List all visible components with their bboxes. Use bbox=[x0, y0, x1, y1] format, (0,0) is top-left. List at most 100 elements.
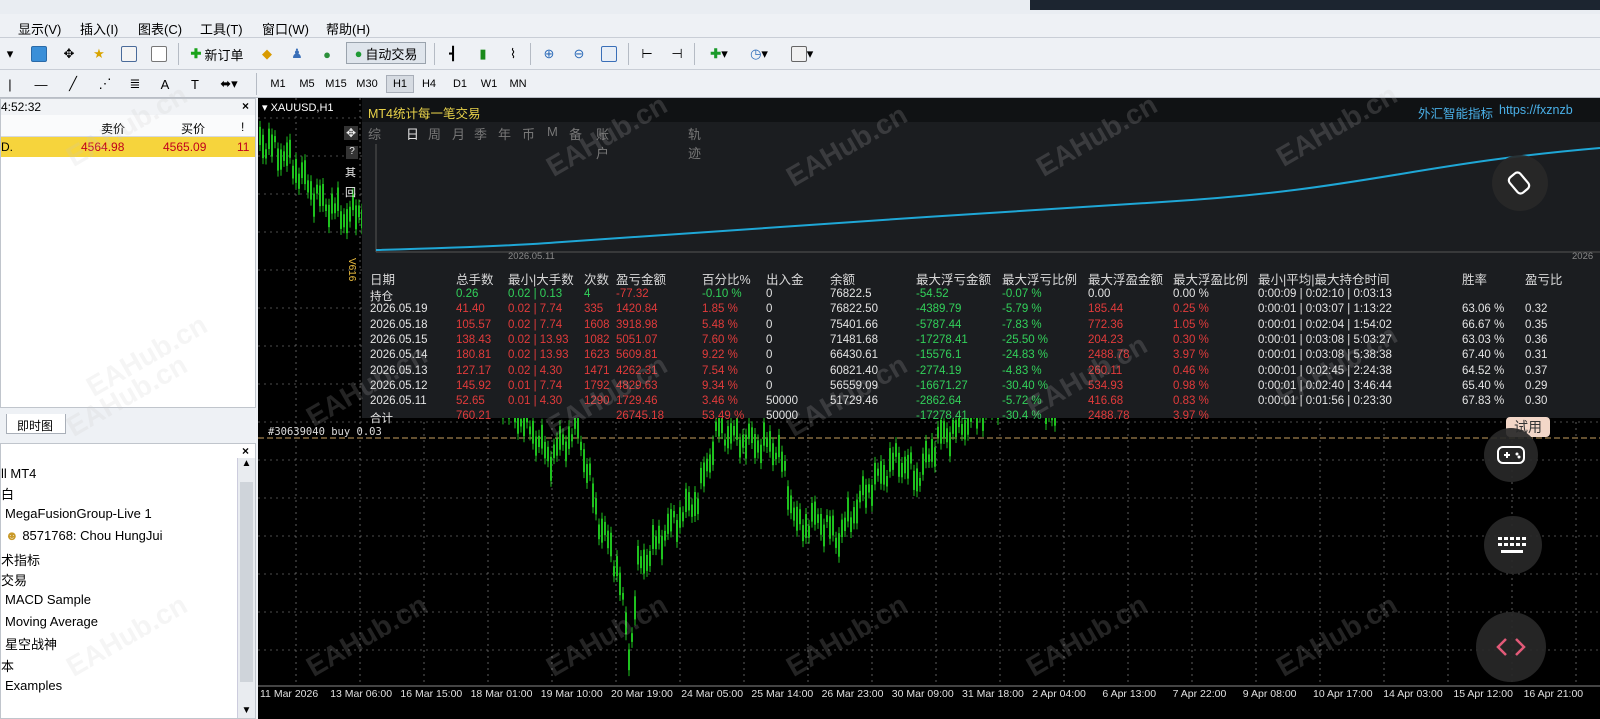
nav-ea-ma[interactable]: Moving Average bbox=[5, 614, 98, 629]
bar-chart-icon[interactable]: ┫ bbox=[442, 43, 464, 65]
menu-insert[interactable]: 插入(I) bbox=[80, 19, 118, 38]
crosshair-icon[interactable]: ✥ bbox=[58, 43, 80, 65]
favorites-icon[interactable]: ★ bbox=[88, 43, 110, 65]
templates-icon[interactable]: ▾ bbox=[784, 43, 820, 65]
stats-cell: 3.97 % bbox=[1173, 410, 1209, 423]
stats-tab-5[interactable]: 年 bbox=[498, 124, 511, 143]
zoom-in-icon[interactable]: ⊕ bbox=[538, 43, 560, 65]
zoom-out-icon[interactable]: ⊖ bbox=[568, 43, 590, 65]
text-label-icon[interactable]: T bbox=[184, 73, 206, 95]
autoscroll-icon[interactable]: ⊣ bbox=[666, 43, 688, 65]
trendline-icon[interactable]: ╱ bbox=[62, 73, 84, 95]
settings-icon[interactable]: 其 bbox=[345, 164, 356, 180]
gamepad-button[interactable] bbox=[1484, 428, 1538, 482]
move-icon[interactable]: ✥ bbox=[344, 126, 358, 140]
column-spread[interactable]: ! bbox=[241, 120, 244, 134]
navigator-icon[interactable] bbox=[118, 43, 140, 65]
stats-cell: 66430.61 bbox=[830, 349, 878, 362]
navigator-close-icon[interactable]: × bbox=[242, 444, 249, 458]
stats-tab-6[interactable]: 币 bbox=[522, 124, 535, 143]
rotate-button[interactable] bbox=[1492, 155, 1548, 211]
line-chart-icon[interactable]: ⌇ bbox=[502, 43, 524, 65]
candle-body bbox=[622, 592, 624, 600]
menu-tools[interactable]: 工具(T) bbox=[200, 19, 243, 38]
horizontal-line-icon[interactable]: — bbox=[30, 73, 52, 95]
stats-tab-3[interactable]: 月 bbox=[452, 124, 465, 143]
stats-url[interactable]: https://fxznzb bbox=[1499, 103, 1573, 117]
time-axis-label: 9 Apr 08:00 bbox=[1242, 688, 1297, 700]
stats-cell: 9.34 % bbox=[702, 379, 738, 392]
reset-icon[interactable]: 回 bbox=[345, 184, 356, 200]
scroll-up-icon[interactable]: ▲ bbox=[238, 458, 255, 469]
nav-server[interactable]: MegaFusionGroup-Live 1 bbox=[5, 506, 152, 521]
help-icon[interactable]: ? bbox=[346, 146, 358, 159]
text-icon[interactable]: A bbox=[154, 73, 176, 95]
tile-windows-icon[interactable] bbox=[598, 43, 620, 65]
nav-expert-advisors[interactable]: 交易 bbox=[1, 570, 27, 589]
cursor-icon[interactable]: | bbox=[4, 73, 16, 95]
chart-shift-icon[interactable]: ⊢ bbox=[636, 43, 658, 65]
nav-root[interactable]: ll MT4 bbox=[1, 466, 36, 481]
periods-icon[interactable]: ◷ ▾ bbox=[742, 43, 776, 65]
nav-ea-star[interactable]: 星空战神 bbox=[5, 634, 57, 653]
close-icon[interactable]: × bbox=[242, 99, 249, 113]
candlestick-icon[interactable]: ▮ bbox=[472, 43, 494, 65]
market-icon[interactable]: ● bbox=[316, 43, 338, 65]
timeframe-m30[interactable]: M30 bbox=[353, 75, 381, 93]
scroll-thumb[interactable] bbox=[240, 482, 253, 682]
profiles-icon[interactable] bbox=[28, 43, 50, 65]
timeframe-mn[interactable]: MN bbox=[504, 75, 532, 93]
code-toggle-button[interactable] bbox=[1476, 612, 1546, 682]
metaeditor-icon[interactable]: ◆ bbox=[256, 43, 278, 65]
column-ask[interactable]: 买价 bbox=[181, 120, 205, 137]
timeframe-d1[interactable]: D1 bbox=[446, 75, 474, 93]
tab-chart[interactable]: 即时图 bbox=[6, 414, 66, 434]
terminal-icon[interactable]: ♟ bbox=[286, 43, 308, 65]
timeframe-h4[interactable]: H4 bbox=[415, 75, 443, 93]
menu-charts[interactable]: 图表(C) bbox=[138, 19, 182, 38]
stats-cell: 50000 bbox=[766, 395, 798, 408]
stats-cell: 1792 bbox=[584, 379, 610, 392]
dropdown-arrow-icon[interactable]: ▾ bbox=[4, 43, 16, 65]
nav-account[interactable]: ☻ 8571768: Chou HungJui bbox=[5, 528, 163, 543]
auto-trading-button[interactable]: ● 自动交易 bbox=[346, 42, 426, 64]
candle-body bbox=[676, 519, 678, 542]
timeframe-h1[interactable]: H1 bbox=[386, 75, 414, 93]
candle-body bbox=[337, 187, 339, 211]
stats-cell: 51729.46 bbox=[830, 395, 878, 408]
column-bid[interactable]: 卖价 bbox=[101, 120, 125, 137]
candle-body bbox=[355, 205, 357, 230]
arrows-icon[interactable]: ⬌▾ bbox=[214, 73, 244, 95]
nav-scripts[interactable]: 本 bbox=[1, 656, 14, 675]
timeframe-m15[interactable]: M15 bbox=[322, 75, 350, 93]
stats-cell: -15576.1 bbox=[916, 349, 962, 362]
candle-body bbox=[349, 206, 351, 222]
nav-ea-macd[interactable]: MACD Sample bbox=[5, 592, 91, 607]
nav-examples[interactable]: Examples bbox=[5, 678, 62, 693]
stats-tab-1[interactable]: 日 bbox=[406, 124, 419, 143]
navigator-scrollbar[interactable]: ▲ ▼ bbox=[237, 458, 255, 718]
candle-body bbox=[763, 422, 765, 446]
market-watch-row[interactable]: D. 4564.98 4565.09 11 bbox=[1, 137, 255, 157]
stats-tab-4[interactable]: 季 bbox=[474, 124, 487, 143]
nav-indicators[interactable]: 术指标 bbox=[1, 550, 40, 569]
stats-tab-2[interactable]: 周 bbox=[428, 124, 441, 143]
strategy-tester-icon[interactable] bbox=[148, 43, 170, 65]
indicators-icon[interactable]: ✚ ▾ bbox=[702, 43, 736, 65]
stats-tab-0[interactable]: 综 bbox=[368, 124, 381, 143]
nav-accounts[interactable]: 白 bbox=[1, 484, 14, 503]
candle-body bbox=[826, 515, 828, 522]
menu-help[interactable]: 帮助(H) bbox=[326, 19, 370, 38]
timeframe-m5[interactable]: M5 bbox=[293, 75, 321, 93]
new-order-button[interactable]: ✚ 新订单 bbox=[184, 43, 250, 65]
fibonacci-icon[interactable]: ≣ bbox=[124, 73, 146, 95]
timeframe-w1[interactable]: W1 bbox=[475, 75, 503, 93]
timeframe-m1[interactable]: M1 bbox=[264, 75, 292, 93]
stats-tab-8[interactable]: 备 bbox=[569, 124, 582, 143]
channel-icon[interactable]: ⋰ bbox=[94, 73, 116, 95]
stats-tab-7[interactable]: M bbox=[547, 124, 558, 139]
scroll-down-icon[interactable]: ▼ bbox=[238, 705, 255, 716]
menu-view[interactable]: 显示(V) bbox=[18, 19, 61, 38]
menu-window[interactable]: 窗口(W) bbox=[262, 19, 309, 38]
keyboard-button[interactable] bbox=[1484, 516, 1542, 574]
